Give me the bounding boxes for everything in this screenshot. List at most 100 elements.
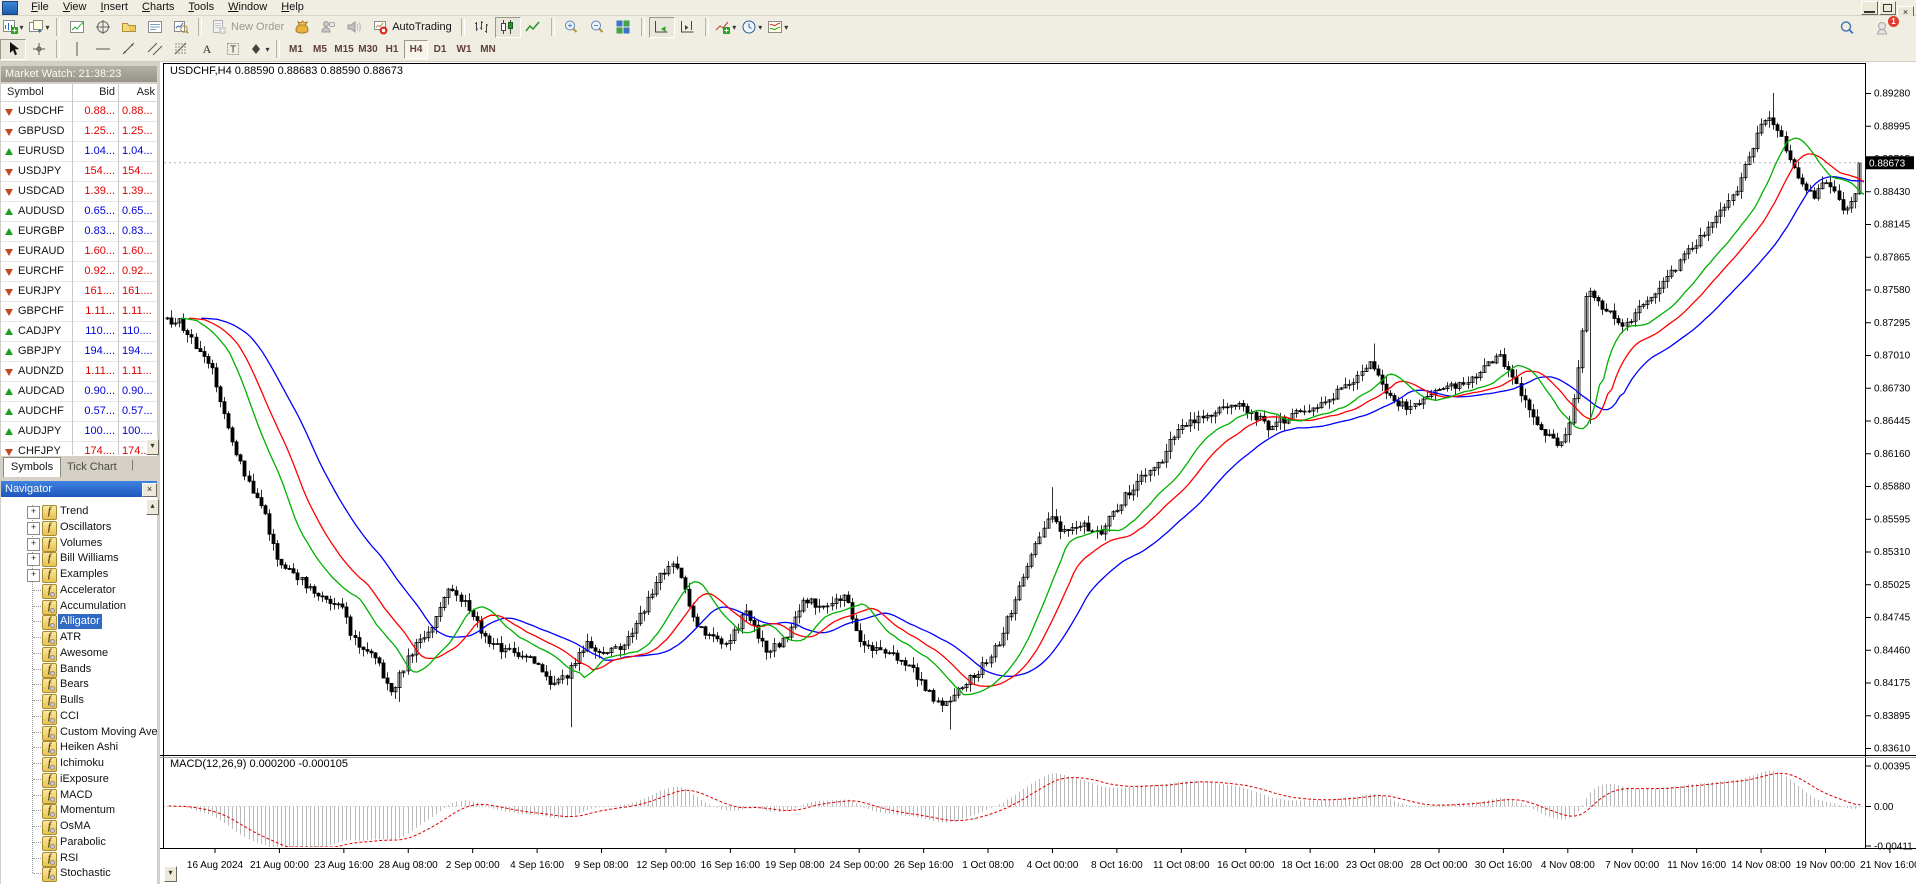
market-watch-row-cadjpy[interactable]: CADJPY110....110.... [1, 322, 157, 342]
market-watch-row-eurgbp[interactable]: EURGBP0.83...0.83... [1, 222, 157, 242]
timeframe-m15-button[interactable]: M15 [332, 40, 356, 59]
navigator-item-parabolic[interactable]: fParabolic [1, 835, 157, 850]
navigator-item-cci[interactable]: fCCI [1, 709, 157, 724]
navigator-toggle[interactable] [116, 17, 142, 38]
market-watch-row-euraud[interactable]: EURAUD1.60...1.60... [1, 242, 157, 262]
horizontal-line-button[interactable] [90, 39, 116, 60]
auto-scroll-button[interactable] [649, 17, 675, 38]
candlestick-button[interactable] [495, 17, 521, 38]
terminal-toggle[interactable] [142, 17, 168, 38]
market-watch-row-gbpjpy[interactable]: GBPJPY194....194.... [1, 342, 157, 362]
navigator-item-osma[interactable]: fOsMA [1, 819, 157, 834]
navigator-item-custom-moving-avera[interactable]: fCustom Moving Avera [1, 725, 157, 740]
expand-icon[interactable]: + [27, 522, 40, 535]
tab-symbols[interactable]: Symbols [3, 457, 61, 477]
data-window-toggle[interactable] [90, 17, 116, 38]
text-label-button[interactable]: T [220, 39, 246, 60]
autotrading-button[interactable]: AutoTrading [367, 17, 457, 38]
chart-area[interactable]: 0.892800.889950.887150.884300.881450.878… [160, 62, 1916, 884]
market-watch-toggle[interactable] [64, 17, 90, 38]
timeframe-h4-button[interactable]: H4 [404, 40, 428, 59]
time-axis[interactable] [163, 848, 1868, 882]
expand-icon[interactable]: + [27, 569, 40, 582]
navigator-item-stochastic[interactable]: fStochastic [1, 866, 157, 881]
periods-button[interactable]: ▾ [739, 17, 765, 38]
deposit-button[interactable] [289, 17, 315, 38]
menu-insert[interactable]: Insert [93, 0, 135, 14]
timeframe-m5-button[interactable]: M5 [308, 40, 332, 59]
timeframe-m30-button[interactable]: M30 [356, 40, 380, 59]
search-button[interactable] [1834, 18, 1860, 39]
expand-icon[interactable]: + [27, 553, 40, 566]
market-watch-row-eurjpy[interactable]: EURJPY161....161.... [1, 282, 157, 302]
market-watch-row-audnzd[interactable]: AUDNZD1.11...1.11... [1, 362, 157, 382]
menu-window[interactable]: Window [221, 0, 274, 14]
navigator-item-ichimoku[interactable]: fIchimoku [1, 756, 157, 771]
navigator-item-accelerator[interactable]: fAccelerator [1, 583, 157, 598]
chat-button[interactable] [315, 17, 341, 38]
tab-tick-chart[interactable]: Tick Chart [67, 459, 117, 476]
zoom-in-button[interactable] [559, 17, 585, 38]
menu-tools[interactable]: Tools [181, 0, 221, 14]
fibonacci-button[interactable] [168, 39, 194, 60]
timeframe-m1-button[interactable]: M1 [284, 40, 308, 59]
market-watch-row-eurchf[interactable]: EURCHF0.92...0.92... [1, 262, 157, 282]
restore-button[interactable] [1879, 1, 1896, 15]
indicators-button[interactable]: ▾ [713, 17, 739, 38]
expand-icon[interactable]: + [27, 538, 40, 551]
navigator-item-heiken-ashi[interactable]: fHeiken Ashi [1, 740, 157, 755]
timeframe-d1-button[interactable]: D1 [428, 40, 452, 59]
zoom-out-button[interactable] [585, 17, 611, 38]
templates-button[interactable]: ▾ [765, 17, 791, 38]
bar-chart-button[interactable] [469, 17, 495, 38]
navigator-item-bears[interactable]: fBears [1, 677, 157, 692]
minimize-button[interactable] [1861, 1, 1878, 15]
chart-canvas[interactable]: 0.892800.889950.887150.884300.881450.878… [160, 62, 1916, 884]
news-button[interactable] [341, 17, 367, 38]
navigator-item-accumulation[interactable]: fAccumulation [1, 599, 157, 614]
trendline-button[interactable] [116, 39, 142, 60]
navigator-item-bill-williams[interactable]: +fBill Williams [1, 551, 157, 566]
menu-view[interactable]: View [56, 0, 94, 14]
market-watch-row-usdchf[interactable]: USDCHF0.88...0.88... [1, 102, 157, 122]
timeframe-h1-button[interactable]: H1 [380, 40, 404, 59]
navigator-item-examples[interactable]: +fExamples [1, 567, 157, 582]
text-button[interactable]: A [194, 39, 220, 60]
navigator-item-atr[interactable]: fATR [1, 630, 157, 645]
expand-icon[interactable]: + [27, 506, 40, 519]
channel-button[interactable] [142, 39, 168, 60]
navigator-item-momentum[interactable]: fMomentum [1, 803, 157, 818]
navigator-item-bulls[interactable]: fBulls [1, 693, 157, 708]
market-watch-row-usdjpy[interactable]: USDJPY154....154.... [1, 162, 157, 182]
crosshair-button[interactable] [26, 39, 52, 60]
profiles-button[interactable]: ▾ [26, 17, 52, 38]
market-watch-row-audusd[interactable]: AUDUSD0.65...0.65... [1, 202, 157, 222]
menu-help[interactable]: Help [274, 0, 311, 14]
community-button[interactable]: 1 [1870, 18, 1896, 39]
new-order-button[interactable]: New Order [206, 17, 289, 38]
navigator-item-macd[interactable]: fMACD [1, 788, 157, 803]
market-watch-row-usdcad[interactable]: USDCAD1.39...1.39... [1, 182, 157, 202]
line-chart-button[interactable] [521, 17, 547, 38]
arrows-button[interactable]: ▾ [246, 39, 272, 60]
navigator-item-awesome[interactable]: fAwesome [1, 646, 157, 661]
market-watch-row-audchf[interactable]: AUDCHF0.57...0.57... [1, 402, 157, 422]
navigator-item-bands[interactable]: fBands [1, 662, 157, 677]
navigator-close-button[interactable]: × [142, 483, 157, 497]
new-chart-button[interactable]: ▾ [0, 17, 26, 38]
navigator-scroll-up[interactable]: ▴ [146, 499, 159, 515]
market-watch-row-gbpusd[interactable]: GBPUSD1.25...1.25... [1, 122, 157, 142]
navigator-item-alligator[interactable]: fAlligator [1, 614, 157, 629]
price-axis[interactable] [1872, 62, 1916, 786]
market-watch-scroll-down[interactable]: ▾ [146, 439, 159, 455]
navigator-item-rsi[interactable]: fRSI [1, 851, 157, 866]
tile-windows-button[interactable] [611, 17, 637, 38]
navigator-item-volumes[interactable]: +fVolumes [1, 536, 157, 551]
timeframe-mn-button[interactable]: MN [476, 40, 500, 59]
market-watch-row-audjpy[interactable]: AUDJPY100....100.... [1, 422, 157, 442]
navigator-item-trend[interactable]: +fTrend [1, 504, 157, 519]
navigator-item-oscillators[interactable]: +fOscillators [1, 520, 157, 535]
market-watch-row-audcad[interactable]: AUDCAD0.90...0.90... [1, 382, 157, 402]
navigator-item-iexposure[interactable]: fiExposure [1, 772, 157, 787]
menu-file[interactable]: File [24, 0, 56, 14]
